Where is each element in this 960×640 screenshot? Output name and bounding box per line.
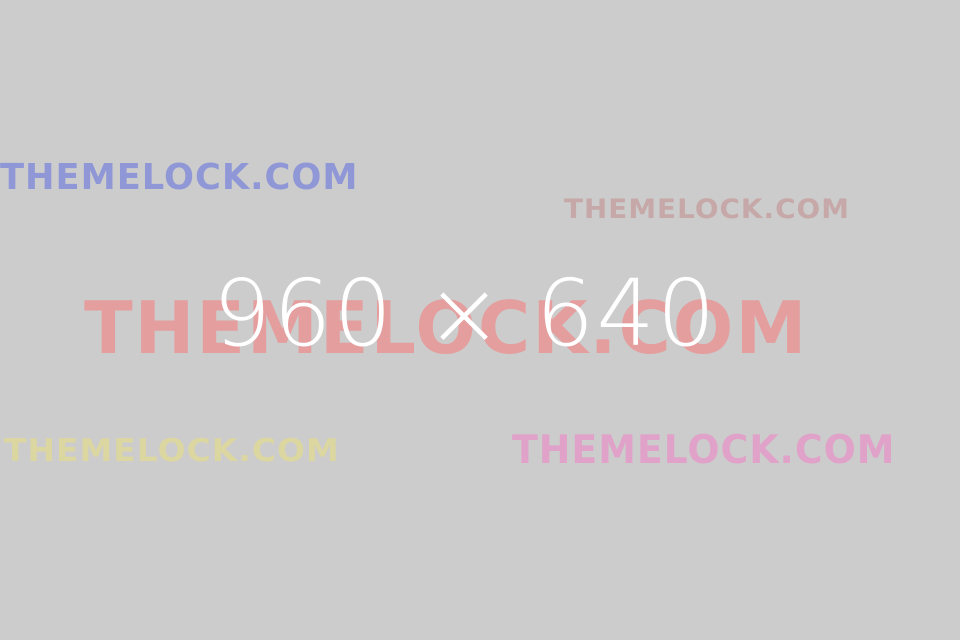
watermark-text: THEMELOCK.COM xyxy=(4,433,340,469)
dimensions-label: 960 × 640 xyxy=(212,260,718,367)
watermark-text: THEMELOCK.COM xyxy=(564,194,850,225)
watermark-text: THEMELOCK.COM xyxy=(512,428,896,473)
placeholder-image: THEMELOCK.COM THEMELOCK.COM THEMELOCK.CO… xyxy=(0,0,960,640)
watermark-text: THEMELOCK.COM xyxy=(0,157,359,198)
